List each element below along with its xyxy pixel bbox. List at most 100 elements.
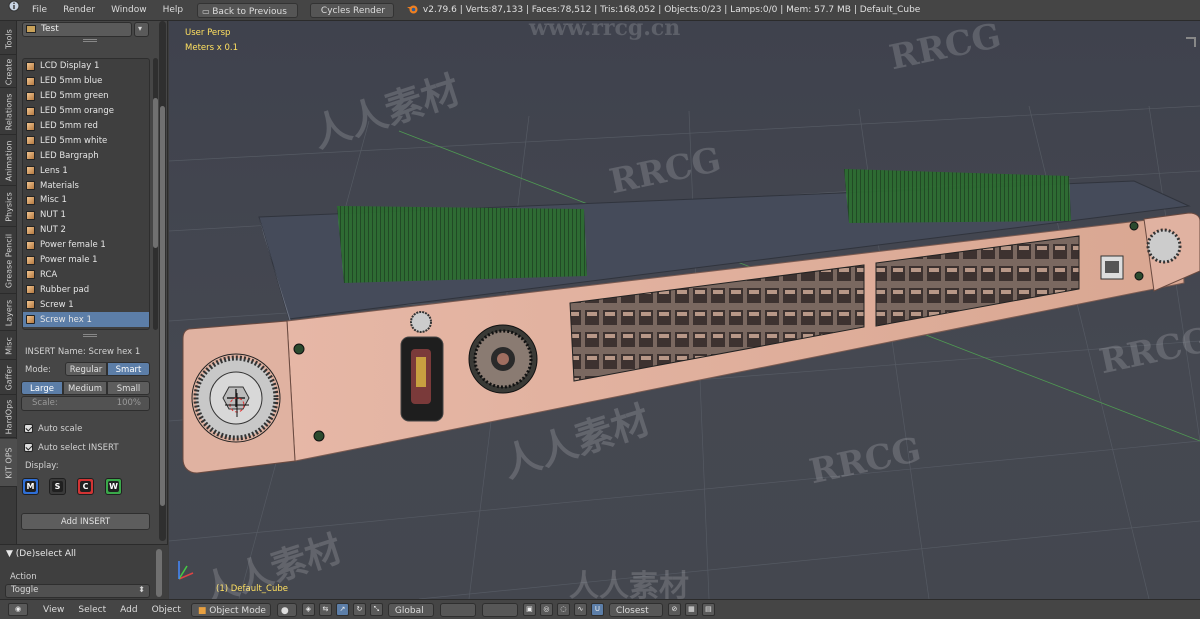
layers-widget-1[interactable] [439, 602, 476, 617]
snap-magnet-icon[interactable]: U [590, 603, 604, 616]
tab-tools[interactable]: Tools [0, 23, 17, 55]
proportional-edit-icon[interactable]: ◌ [556, 603, 570, 616]
menu-add[interactable]: Add [113, 605, 144, 615]
panel-grip-icon[interactable] [83, 39, 97, 42]
menu-window[interactable]: Window [103, 0, 155, 21]
list-item[interactable]: LED 5mm white [23, 133, 149, 148]
list-item[interactable]: Materials [23, 178, 149, 193]
display-s-button[interactable]: S [49, 478, 66, 495]
insert-thumbnail-icon [26, 166, 35, 176]
mode-regular-button[interactable]: Regular [65, 362, 107, 376]
panel-scrollbar[interactable] [159, 21, 166, 541]
list-item[interactable]: LCD Display 1 [23, 59, 149, 74]
top-header: File Render Window Help ▭ Back to Previo… [0, 0, 1200, 31]
editor-type-icon[interactable]: ◉ [8, 603, 28, 616]
list-item[interactable]: LED 5mm red [23, 119, 149, 134]
list-item[interactable]: Misc 1 [23, 193, 149, 208]
tab-create[interactable]: Create [0, 56, 17, 88]
snap-align-icon[interactable]: ⊘ [667, 603, 681, 616]
operator-scroll-thumb[interactable] [156, 549, 162, 597]
axis-gizmo-icon [178, 561, 194, 580]
manipulator-toggle-icon[interactable]: ⇆ [318, 603, 332, 616]
tab-misc[interactable]: Misc [0, 332, 17, 360]
list-item[interactable]: RCA [23, 267, 149, 282]
units-text: Meters x 0.1 [185, 43, 239, 53]
render-engine-select[interactable]: Cycles Render⬍ [309, 2, 394, 31]
render-preview-icon[interactable]: ◎ [539, 603, 553, 616]
size-medium-button[interactable]: Medium [63, 381, 107, 395]
scale-icon[interactable]: ⤡ [369, 603, 383, 616]
mode-smart-button[interactable]: Smart [107, 362, 150, 376]
tab-physics[interactable]: Physics [0, 187, 17, 227]
list-item[interactable]: NUT 1 [23, 208, 149, 223]
menu-view[interactable]: View [36, 605, 71, 615]
list-scrollbar[interactable] [153, 58, 158, 330]
list-item-label: Rubber pad [40, 284, 90, 295]
folder-select[interactable]: Test [22, 22, 132, 37]
insert-thumbnail-icon [26, 91, 35, 101]
auto-select-checkbox[interactable] [24, 443, 33, 452]
size-large-button[interactable]: Large [21, 381, 63, 395]
tab-animation[interactable]: Animation [0, 136, 17, 186]
list-item[interactable]: Power female 1 [23, 238, 149, 253]
list-item[interactable]: LED 5mm green [23, 89, 149, 104]
folder-icon [26, 25, 36, 33]
translate-icon[interactable]: ↗ [335, 603, 349, 616]
list-item[interactable]: LED 5mm orange [23, 104, 149, 119]
orientation-select[interactable]: Global [387, 602, 434, 617]
size-small-button[interactable]: Small [107, 381, 150, 395]
operator-title[interactable]: ▼ (De)select All [6, 549, 76, 559]
list-item[interactable]: NUT 2 [23, 223, 149, 238]
insert-thumbnail-icon [26, 285, 35, 295]
tab-kit-ops[interactable]: KIT OPS [0, 439, 17, 487]
list-item[interactable]: Lens 1 [23, 163, 149, 178]
menu-object[interactable]: Object [145, 605, 188, 615]
folder-browse-button[interactable]: ▾ [134, 22, 149, 37]
tab-layers[interactable]: Layers [0, 295, 17, 331]
list-grip-icon[interactable] [83, 334, 97, 337]
list-item[interactable]: Screw hex 1 [23, 312, 149, 328]
panel-scroll-thumb[interactable] [160, 106, 165, 506]
display-m-button[interactable]: M [22, 478, 39, 495]
tool-shelf-tabs: Tools Create Relations Animation Physics… [0, 21, 17, 599]
tab-grease-pencil[interactable]: Grease Pencil [0, 228, 17, 294]
menu-file[interactable]: File [24, 0, 55, 21]
insert-thumbnail-icon [26, 210, 35, 220]
list-item[interactable]: Rubber pad [23, 282, 149, 297]
falloff-icon[interactable]: ∿ [573, 603, 587, 616]
insert-list[interactable]: LCD Display 1 LED 5mm blue LED 5mm green LE… [22, 58, 150, 330]
list-item-label: NUT 1 [40, 210, 66, 221]
operator-scrollbar[interactable] [156, 549, 162, 597]
list-scroll-thumb[interactable] [153, 98, 158, 248]
rotate-icon[interactable]: ↻ [352, 603, 366, 616]
render-still-icon[interactable]: ▦ [684, 603, 698, 616]
lock-icon[interactable]: ▣ [522, 603, 536, 616]
viewport-corner-grip-icon[interactable] [1186, 37, 1196, 47]
display-w-button[interactable]: W [105, 478, 122, 495]
shading-select[interactable]: ● [276, 602, 297, 617]
list-item[interactable]: Screw 1 [23, 297, 149, 312]
snap-target-select[interactable]: Closest [608, 602, 663, 617]
add-insert-button[interactable]: Add INSERT [21, 513, 150, 530]
info-editor-icon[interactable] [0, 0, 24, 21]
pivot-icon[interactable]: ◈ [301, 603, 315, 616]
menu-help[interactable]: Help [155, 0, 192, 21]
action-select[interactable]: Toggle ⬍ [5, 584, 150, 598]
mode-select[interactable]: ■ Object Mode [190, 602, 271, 617]
3d-viewport[interactable]: User Persp Meters x 0.1 (1) Default_Cube… [169, 21, 1200, 599]
layers-widget-2[interactable] [481, 602, 518, 617]
menu-render[interactable]: Render [55, 0, 103, 21]
list-item[interactable]: LED 5mm blue [23, 74, 149, 89]
menu-select[interactable]: Select [71, 605, 113, 615]
tab-hardops[interactable]: HardOps [0, 396, 17, 438]
tab-gaffer[interactable]: Gaffer [0, 361, 17, 395]
tab-relations[interactable]: Relations [0, 89, 17, 135]
display-c-button[interactable]: C [77, 478, 94, 495]
list-item[interactable]: Power male 1 [23, 253, 149, 268]
auto-scale-checkbox[interactable] [24, 424, 33, 433]
scale-field[interactable]: Scale: 100% [21, 396, 150, 411]
back-to-previous-button[interactable]: ▭ Back to Previous [197, 2, 298, 18]
render-anim-icon[interactable]: ▤ [701, 603, 715, 616]
list-item-label: Screw 1 [40, 299, 74, 310]
list-item[interactable]: LED Bargraph [23, 148, 149, 163]
